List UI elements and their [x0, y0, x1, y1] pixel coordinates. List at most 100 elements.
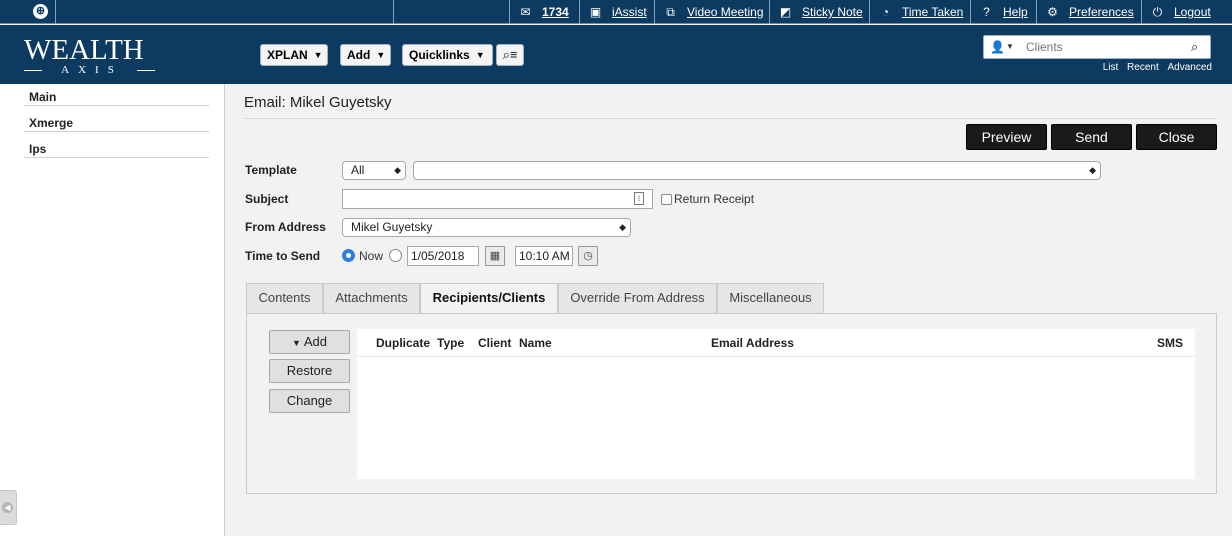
chevron-down-icon: ▼ [313, 50, 323, 60]
sticky-note-label[interactable]: Sticky Note [802, 5, 863, 19]
template-select[interactable]: ◆ [413, 161, 1101, 180]
add-menu-button[interactable]: Add ▼ [340, 44, 391, 66]
stopwatch-icon: ◔ [881, 4, 890, 19]
clock-icon[interactable]: ◷ [578, 246, 598, 266]
recipients-table: Duplicate Type Client Name Email Address… [357, 329, 1195, 479]
chevron-down-icon: ▼ [376, 50, 386, 60]
field-merge-icon[interactable]: ⁝ [634, 192, 644, 205]
from-address-value: Mikel Guyetsky [351, 220, 433, 234]
logo-rule-right [137, 70, 155, 71]
topbar-spacer [56, 0, 394, 24]
preferences-link[interactable]: ⚙ Preferences [1036, 0, 1141, 24]
video-meeting-link[interactable]: ⧉ Video Meeting [654, 0, 769, 24]
page-title: Email: Mikel Guyetsky [244, 94, 392, 111]
from-address-label: From Address [245, 220, 326, 234]
tab-miscellaneous[interactable]: Miscellaneous [717, 283, 824, 313]
send-later-radio[interactable] [389, 249, 402, 262]
table-header: Duplicate Type Client Name Email Address… [357, 329, 1195, 357]
select-arrows-icon: ◆ [394, 165, 401, 175]
logout-link[interactable]: ⏻ Logout [1141, 0, 1232, 24]
xplan-menu-button[interactable]: XPLAN ▼ [260, 44, 328, 66]
mail-icon: ✉ [520, 4, 531, 19]
add-recipient-label: Add [303, 334, 327, 349]
help-link[interactable]: ? Help [970, 0, 1036, 24]
time-to-send-label: Time to Send [245, 249, 321, 263]
sidebar-item-ips[interactable]: Ips [24, 132, 209, 158]
tab-recipients-clients[interactable]: Recipients/Clients [420, 283, 558, 314]
send-button[interactable]: Send [1051, 124, 1132, 150]
preview-button[interactable]: Preview [966, 124, 1047, 150]
globe-icon[interactable]: ⊕ [33, 4, 48, 19]
client-search-box[interactable]: 👤 ▼ ⌕ [983, 35, 1211, 59]
mail-link[interactable]: ✉ 1734 [509, 0, 579, 24]
sidebar-item-xmerge[interactable]: Xmerge [24, 106, 209, 132]
column-duplicate[interactable]: Duplicate [376, 336, 430, 350]
column-client[interactable]: Client [478, 336, 511, 350]
template-label: Template [245, 163, 297, 177]
sidebar-collapse-handle[interactable]: ◀ [0, 490, 17, 525]
gear-icon: ⚙ [1047, 4, 1058, 19]
client-search-input[interactable] [1024, 38, 1184, 56]
mail-count[interactable]: 1734 [542, 5, 569, 19]
calendar-icon[interactable]: ▦ [485, 246, 505, 266]
help-label[interactable]: Help [1003, 5, 1028, 19]
sticky-note-icon: ◩ [779, 4, 792, 19]
return-receipt-label: Return Receipt [674, 192, 755, 206]
sidebar-item-main[interactable]: Main [24, 80, 209, 106]
tab-override-from-address[interactable]: Override From Address [558, 283, 717, 313]
chevron-down-icon: ▼ [292, 338, 301, 348]
help-icon: ? [983, 4, 990, 19]
add-recipient-button[interactable]: ▼ Add [269, 330, 350, 354]
from-address-select[interactable]: Mikel Guyetsky ◆ [342, 218, 631, 237]
client-list-link[interactable]: List [1103, 62, 1119, 73]
quicklinks-menu-label: Quicklinks [409, 48, 470, 62]
chevron-down-icon[interactable]: ▼ [1006, 42, 1014, 51]
iassist-icon: ▣ [589, 4, 602, 19]
restore-button[interactable]: Restore [269, 359, 350, 383]
person-icon[interactable]: 👤 [990, 41, 1005, 54]
add-menu-label: Add [347, 48, 371, 62]
search-icon[interactable]: ⌕ [1191, 39, 1198, 55]
column-type[interactable]: Type [437, 336, 464, 350]
chevron-left-icon: ◀ [2, 502, 13, 513]
column-email-address[interactable]: Email Address [711, 336, 794, 350]
chevron-down-icon: ▼ [475, 50, 485, 60]
tab-attachments[interactable]: Attachments [323, 283, 420, 313]
select-arrows-icon: ◆ [619, 222, 626, 232]
subject-input[interactable]: ⁝ [342, 189, 653, 209]
wealth-axis-logo[interactable]: WEALTH AXIS [24, 35, 156, 79]
logo-top-text: WEALTH [24, 34, 144, 66]
xplan-menu-label: XPLAN [267, 48, 308, 62]
column-sms[interactable]: SMS [1157, 336, 1183, 350]
close-button[interactable]: Close [1136, 124, 1217, 150]
client-recent-link[interactable]: Recent [1127, 62, 1159, 73]
title-divider [244, 118, 1217, 119]
iassist-label[interactable]: iAssist [612, 5, 647, 19]
sticky-note-link[interactable]: ◩ Sticky Note [769, 0, 869, 24]
logout-label[interactable]: Logout [1174, 5, 1211, 19]
top-utility-bar: ⊕ ✉ 1734 ▣ iAssist ⧉ Video Meeting ◩ Sti… [0, 0, 1232, 24]
send-date-input[interactable]: 1/05/2018 [407, 246, 479, 266]
send-now-radio[interactable] [342, 249, 355, 262]
return-receipt-checkbox[interactable] [661, 194, 672, 205]
app-header: WEALTH AXIS XPLAN ▼ Add ▼ Quicklinks ▼ ⌕≡ 👤… [0, 25, 1232, 84]
search-list-icon: ⌕≡ [502, 47, 518, 62]
time-taken-link[interactable]: ◔ Time Taken [869, 0, 970, 24]
template-filter-select[interactable]: All ◆ [342, 161, 406, 180]
time-taken-label[interactable]: Time Taken [902, 5, 963, 19]
logo-bottom-text: AXIS [61, 64, 123, 76]
quick-search-button[interactable]: ⌕≡ [496, 44, 524, 66]
preferences-label[interactable]: Preferences [1069, 5, 1134, 19]
video-meeting-label[interactable]: Video Meeting [687, 5, 764, 19]
change-button[interactable]: Change [269, 389, 350, 413]
quicklinks-menu-button[interactable]: Quicklinks ▼ [402, 44, 493, 66]
subject-label: Subject [245, 192, 289, 206]
template-filter-value: All [351, 163, 365, 177]
iassist-link[interactable]: ▣ iAssist [579, 0, 654, 24]
send-time-input[interactable]: 10:10 AM [515, 246, 573, 266]
sidebar: Main Xmerge Ips [0, 84, 225, 536]
tab-contents[interactable]: Contents [246, 283, 323, 313]
client-advanced-link[interactable]: Advanced [1168, 62, 1212, 73]
column-name[interactable]: Name [519, 336, 552, 350]
video-icon: ⧉ [666, 4, 675, 19]
